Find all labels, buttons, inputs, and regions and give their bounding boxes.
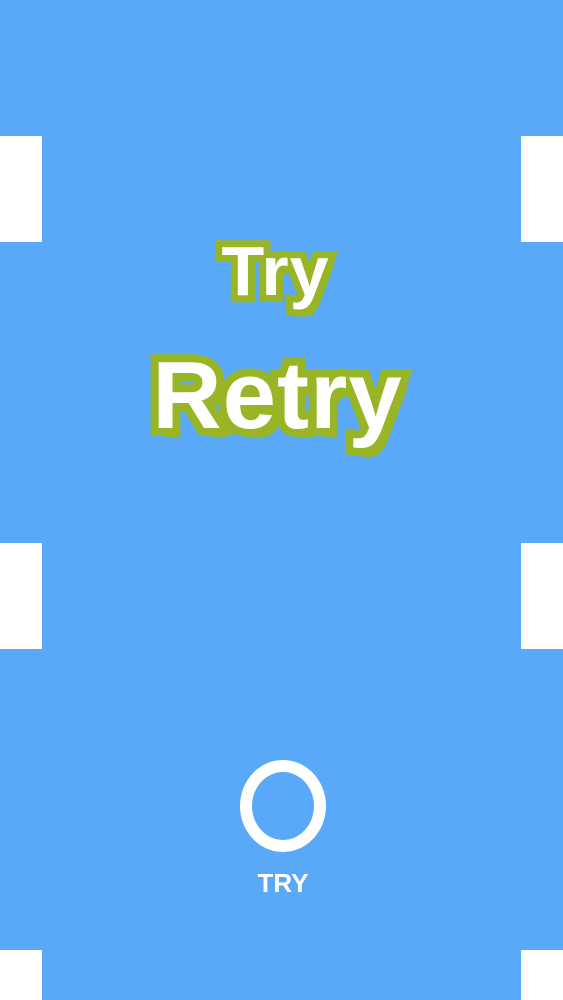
left-wall-block <box>0 543 42 649</box>
left-wall-block <box>0 136 42 242</box>
left-wall-block <box>0 950 42 1000</box>
game-logo-line2: Retry <box>144 340 409 452</box>
right-wall-block <box>521 543 563 649</box>
ring-icon <box>240 760 326 852</box>
game-screen[interactable]: Try Retry TRY <box>0 0 563 1000</box>
right-wall-block <box>521 136 563 242</box>
try-label: TRY <box>257 868 309 898</box>
game-logo-line1: Try <box>214 229 335 313</box>
right-wall-block <box>521 950 563 1000</box>
try-button[interactable]: TRY <box>236 760 328 910</box>
